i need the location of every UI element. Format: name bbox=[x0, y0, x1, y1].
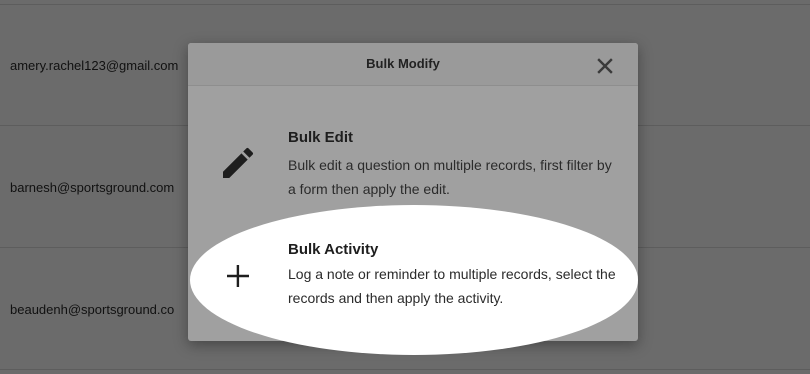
bulk-activity-option[interactable]: Bulk Activity Log a note or reminder to … bbox=[188, 226, 638, 326]
pencil-icon bbox=[218, 143, 258, 183]
email-cell: beaudenh@sportsground.co bbox=[10, 302, 175, 317]
option-description: Log a note or reminder to multiple recor… bbox=[288, 266, 616, 306]
bulk-edit-option[interactable]: Bulk Edit Bulk edit a question on multip… bbox=[188, 113, 638, 213]
email-cell: amery.rachel123@gmail.com bbox=[10, 58, 179, 73]
option-title: Bulk Activity bbox=[288, 241, 379, 258]
close-icon bbox=[592, 53, 618, 79]
plus-icon bbox=[218, 256, 258, 296]
email-cell: barnesh@sportsground.com bbox=[10, 180, 175, 195]
close-button[interactable] bbox=[592, 53, 618, 79]
dialog-title: Bulk Modify bbox=[366, 56, 440, 71]
dialog-header: Bulk Modify bbox=[188, 43, 638, 86]
option-description: Bulk edit a question on multiple records… bbox=[288, 157, 612, 197]
option-title: Bulk Edit bbox=[288, 129, 354, 146]
